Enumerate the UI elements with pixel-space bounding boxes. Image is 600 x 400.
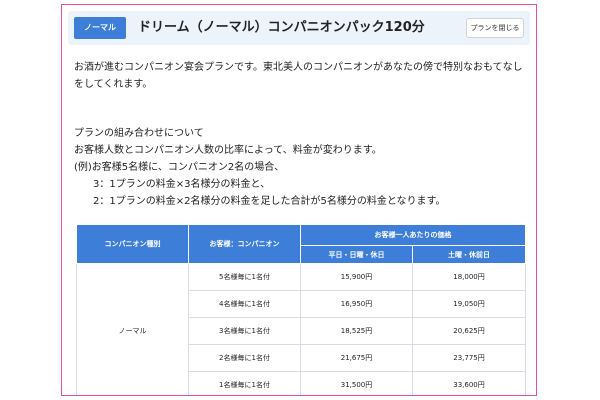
holiday-eve-price-cell: 18,000円 [412,263,526,291]
ratio-cell: 1名様毎に1名付 [188,371,301,395]
holiday-eve-price-cell: 20,625円 [412,317,526,345]
ratio-cell: 3名様毎に1名付 [188,317,301,345]
ratio-cell: 2名様毎に1名付 [188,344,301,372]
combination-info: プランの組み合わせについて お客様人数とコンパニオン人数の比率によって、料金が変… [74,125,534,210]
holiday-eve-price-cell: 23,775円 [412,344,526,372]
weekday-price-cell: 16,950円 [300,290,413,318]
combination-heading: プランの組み合わせについて [74,128,204,139]
plan-header: ノーマル ドリーム（ノーマル）コンパニオンパック120分 プランを閉じる [68,11,530,45]
plan-panel: ノーマル ドリーム（ノーマル）コンパニオンパック120分 プランを閉じる お酒が… [61,4,537,396]
plan-description: お酒が進むコンパニオン宴会プランです。東北美人のコンパニオンがあなたの傍で特別な… [74,59,524,93]
companion-type-cell: ノーマル [76,263,189,395]
description-line: をしてくれます。 [74,79,153,90]
combination-line: 2：1プランの料金×2名様分の料金を足した合計が5名様分の料金となります。 [93,196,446,207]
table-row: ノーマル 5名様毎に1名付 15,900円 18,000円 [76,263,526,395]
close-plan-button[interactable]: プランを閉じる [466,18,524,38]
weekday-price-cell: 15,900円 [300,263,413,291]
description-line: お酒が進むコンパニオン宴会プランです。東北美人のコンパニオンがあなたの傍で特別な… [74,62,523,73]
weekday-price-cell: 31,500円 [300,371,413,395]
plan-title: ドリーム（ノーマル）コンパニオンパック120分 [138,20,425,35]
price-table: コンパニオン種別 お客様：コンパニオン お客様一人あたりの価格 平日・日曜・休日… [76,224,526,395]
header-weekday: 平日・日曜・休日 [300,245,413,264]
header-ratio: お客様：コンパニオン [188,224,301,264]
header-price-group: お客様一人あたりの価格 [300,224,526,246]
combination-line: 3：1プランの料金×3名様分の料金と、 [93,179,271,190]
price-table-wrapper: コンパニオン種別 お客様：コンパニオン お客様一人あたりの価格 平日・日曜・休日… [76,224,526,395]
ratio-cell: 4名様毎に1名付 [188,290,301,318]
combination-line: お客様人数とコンパニオン人数の比率によって、料金が変わります。 [74,145,382,156]
weekday-price-cell: 21,675円 [300,344,413,372]
header-holiday-eve: 土曜・休前日 [412,245,526,264]
holiday-eve-price-cell: 33,600円 [412,371,526,395]
ratio-cell: 5名様毎に1名付 [188,263,301,291]
weekday-price-cell: 18,525円 [300,317,413,345]
header-companion-type: コンパニオン種別 [76,224,189,264]
combination-line: (例)お客様5名様に、コンパニオン2名の場合、 [74,162,285,173]
holiday-eve-price-cell: 19,050円 [412,290,526,318]
plan-type-badge: ノーマル [74,17,126,39]
